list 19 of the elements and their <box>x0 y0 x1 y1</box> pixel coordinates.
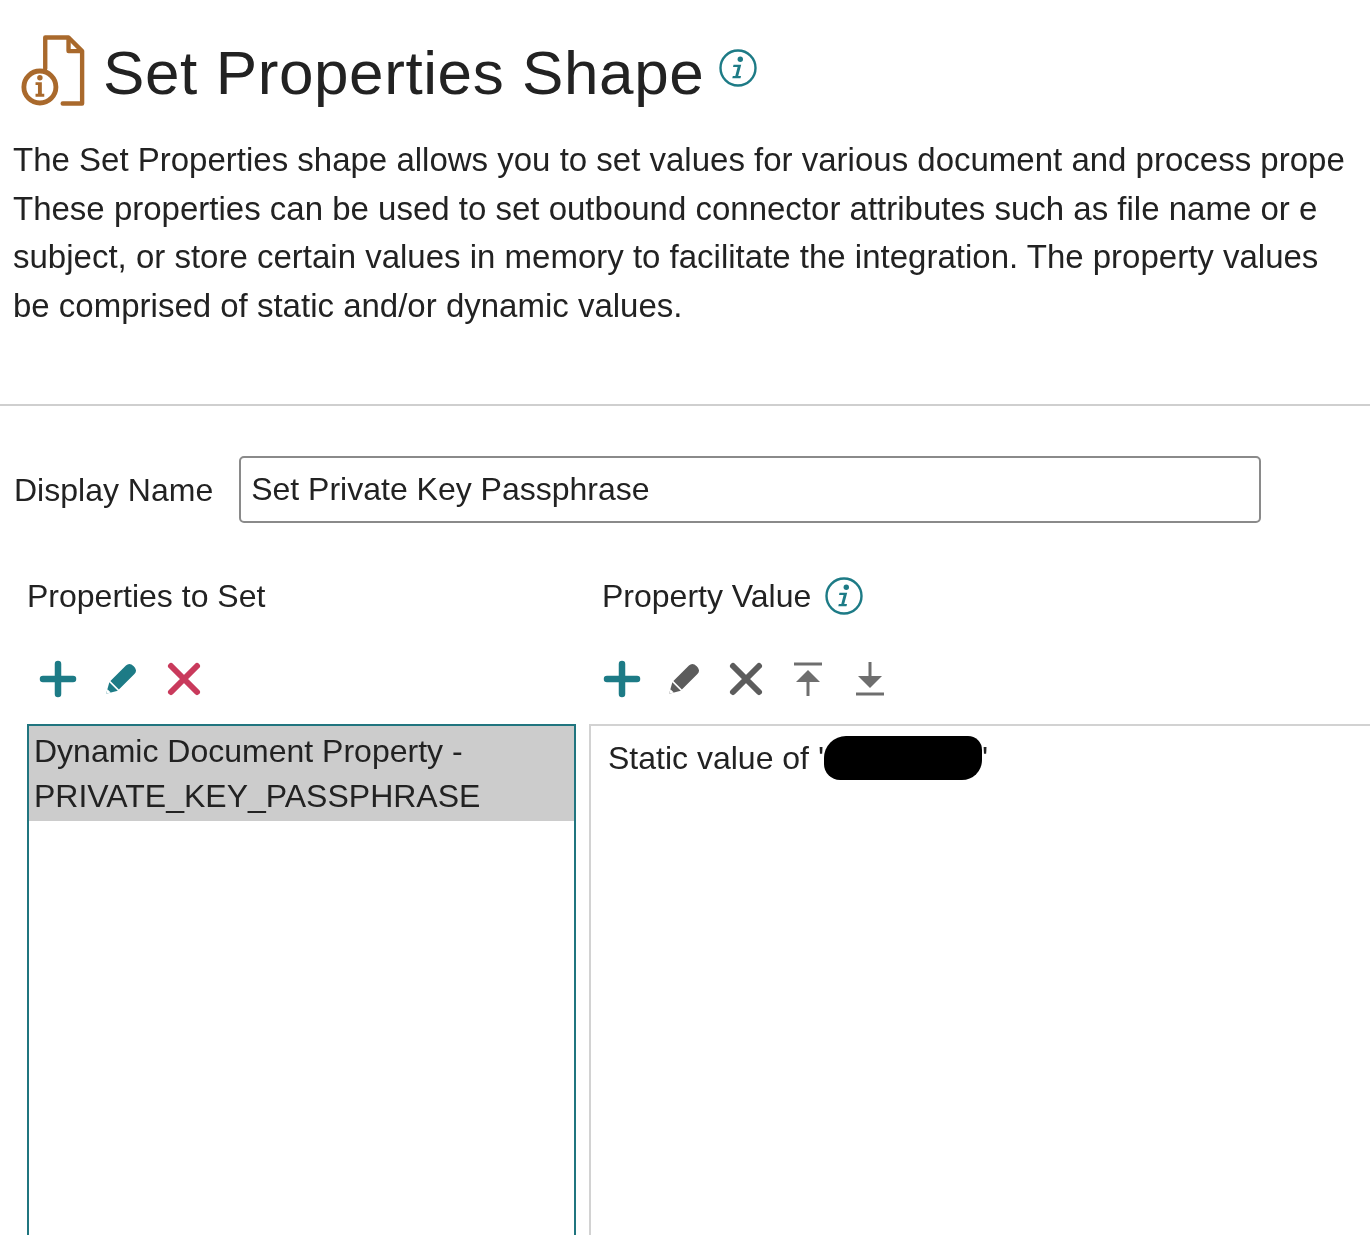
property-list-item[interactable]: Dynamic Document Property - PRIVATE_KEY_PASSPHRASE <box>29 726 574 821</box>
value-text: Static value of ' <box>608 739 824 778</box>
x-icon <box>165 660 203 698</box>
document-info-icon <box>20 33 86 108</box>
description-text: The Set Properties shape allows you to set values for various document and process prope These properties can be used to set outbound connector attributes such as file name or e subject, or store certain values in memory to facilitate the integration. The property values be comprised of static and/or dynamic values. <box>13 140 1346 326</box>
x-icon <box>727 660 765 698</box>
plus-icon <box>39 660 77 698</box>
value-list-item[interactable]: Static value of ' ' <box>591 726 1370 780</box>
add-button[interactable] <box>603 660 641 698</box>
plus-icon <box>603 660 641 698</box>
display-name-label: Display Name <box>14 470 214 510</box>
add-button[interactable] <box>39 660 77 698</box>
value-text: ' <box>982 739 989 778</box>
delete-button[interactable] <box>165 660 203 698</box>
info-icon[interactable] <box>718 48 759 88</box>
info-icon[interactable] <box>824 576 865 616</box>
panel-title: Properties to Set <box>27 577 267 616</box>
panel-title: Property Value <box>602 577 812 616</box>
display-name-field[interactable]: Set Private Key Passphrase <box>239 456 1262 523</box>
